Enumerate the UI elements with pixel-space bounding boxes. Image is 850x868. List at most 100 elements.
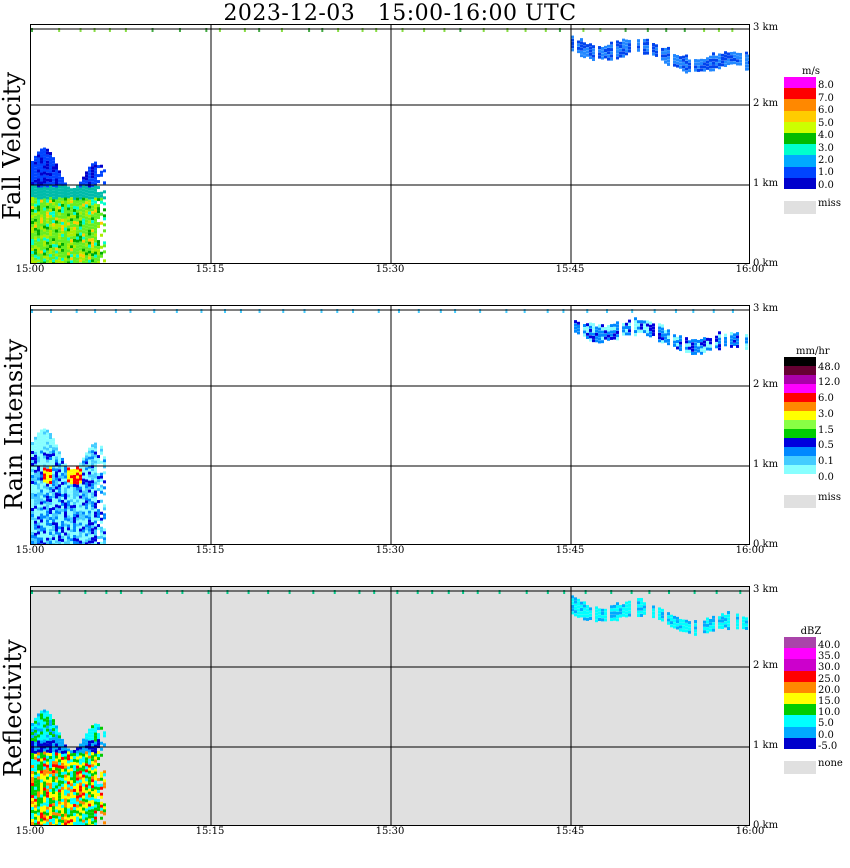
echo-cell (79, 800, 82, 804)
echo-cell (91, 250, 94, 254)
echo-cell (97, 479, 100, 483)
echo-cell (649, 327, 652, 331)
echo-cell (31, 496, 34, 499)
echo-cell (73, 752, 76, 756)
echo-cell (43, 198, 46, 202)
echo-cell (97, 724, 100, 728)
echo-cell (58, 810, 61, 814)
echo-cell (49, 750, 52, 754)
echo-cell (88, 525, 91, 529)
echo-cell (34, 442, 37, 446)
echo-cell (97, 207, 100, 211)
echo-cell (64, 194, 67, 198)
echo-cell (43, 724, 46, 728)
echo-cell (43, 494, 46, 498)
echo-cell (43, 222, 46, 226)
echo-cell (736, 619, 739, 623)
echo-cell (40, 480, 43, 484)
echo-cell (679, 56, 682, 60)
echo-cell (76, 484, 79, 488)
echo-cell (583, 51, 586, 55)
echo-cell (79, 214, 82, 218)
echo-cell (49, 478, 52, 482)
echo-cell (658, 326, 661, 330)
echo-cell (673, 60, 676, 64)
echo-cell (64, 520, 67, 524)
echo-cell (46, 163, 49, 167)
echo-cell (52, 797, 55, 801)
echo-cell (709, 55, 712, 59)
echo-cell (739, 56, 742, 60)
echo-cell (46, 773, 49, 777)
echo-cell (40, 812, 43, 816)
echo-cell (661, 608, 664, 612)
echo-cell (700, 68, 703, 72)
echo-cell (46, 456, 49, 460)
echo-cell (88, 456, 91, 460)
echo-cell (94, 161, 97, 165)
echo-cell (595, 619, 598, 623)
echo-cell (85, 542, 88, 544)
echo-cell (91, 773, 94, 777)
x-tick-label: 15:15 (195, 826, 225, 837)
echo-cell (76, 233, 79, 237)
echo-cell (70, 756, 73, 760)
echo-cell (592, 48, 595, 52)
echo-cell (67, 533, 70, 537)
echo-cell (91, 785, 94, 789)
echo-cell (52, 193, 55, 197)
echo-cell (82, 230, 85, 234)
echo-cell (88, 226, 91, 230)
echo-cell (64, 224, 67, 228)
echo-cell (592, 326, 595, 330)
echo-cell (49, 762, 52, 766)
echo-cell (661, 340, 664, 344)
echo-cell (55, 492, 58, 496)
echo-cell (73, 202, 76, 206)
echo-cell (736, 626, 739, 630)
echo-cell (73, 534, 76, 538)
echo-cell (40, 818, 43, 822)
echo-cell (79, 196, 82, 200)
echo-cell (37, 435, 40, 439)
echo-cell (58, 239, 61, 243)
echo-cell (31, 472, 34, 475)
echo-cell (658, 323, 661, 327)
echo-cell (88, 779, 91, 783)
echo-cell (34, 436, 37, 440)
echo-cell (70, 481, 73, 485)
echo-cell (58, 514, 61, 518)
echo-cell (85, 539, 88, 543)
echo-cell (40, 725, 43, 729)
echo-cell (49, 517, 52, 521)
echo-cell (712, 65, 715, 69)
echo-cell (76, 804, 79, 808)
echo-cell (85, 240, 88, 244)
echo-cell (52, 166, 55, 170)
echo-cell (58, 765, 61, 769)
echo-cell (85, 775, 88, 779)
echo-cell (82, 774, 85, 778)
echo-cell (643, 38, 646, 42)
echo-cell (73, 480, 76, 484)
echo-cell (40, 504, 43, 508)
echo-cell (37, 441, 40, 445)
echo-cell (70, 789, 73, 793)
echo-cell (40, 734, 43, 738)
echo-cell (100, 170, 103, 174)
echo-cell (730, 55, 733, 59)
echo-cell (76, 493, 79, 497)
echo-cell (31, 535, 34, 538)
echo-cell (67, 775, 70, 779)
echo-cell (61, 230, 64, 234)
echo-cell (67, 204, 70, 208)
echo-cell (55, 794, 58, 798)
echo-cell (103, 516, 106, 520)
echo-cell (43, 458, 46, 462)
echo-cell (52, 498, 55, 502)
echo-cell (58, 505, 61, 509)
echo-cell (88, 178, 91, 182)
echo-cell (31, 227, 34, 230)
echo-cell (85, 473, 88, 477)
echo-cell (43, 536, 46, 540)
